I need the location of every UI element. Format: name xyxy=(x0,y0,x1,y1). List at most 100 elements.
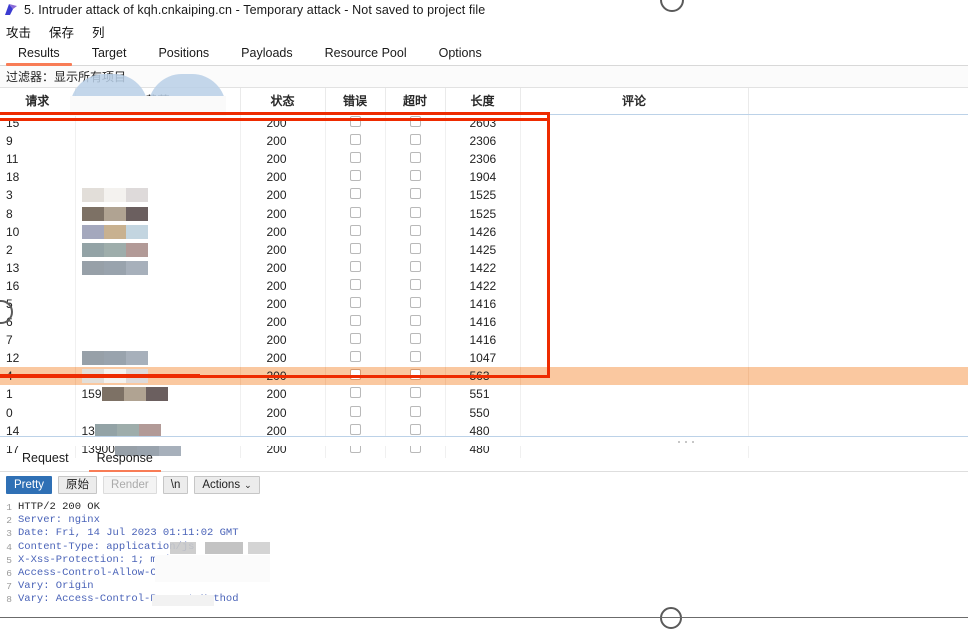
filter-bar[interactable]: 过滤器：显示所有项目 xyxy=(0,66,968,88)
cell-comment[interactable] xyxy=(520,204,749,223)
tab-payloads[interactable]: Payloads xyxy=(225,44,308,65)
timeout-checkbox[interactable] xyxy=(409,134,421,146)
cell-comment[interactable] xyxy=(520,222,749,241)
error-checkbox[interactable] xyxy=(349,278,361,290)
cell-comment[interactable] xyxy=(520,294,749,314)
timeout-checkbox[interactable] xyxy=(409,260,421,272)
timeout-checkbox[interactable] xyxy=(409,188,421,200)
error-checkbox[interactable] xyxy=(349,116,361,128)
cell-spacer xyxy=(748,132,968,151)
results-table-container[interactable]: 请求 载荷 状态 错误 超时 长度 评论 15 200 2603 9 200 2306 11… xyxy=(0,74,968,458)
column-header-request[interactable]: 请求 xyxy=(0,88,76,115)
timeout-checkbox[interactable] xyxy=(409,170,421,182)
error-checkbox[interactable] xyxy=(349,369,361,381)
table-row[interactable]: 0 200 550 xyxy=(0,403,968,422)
table-row[interactable]: 12 200 1047 xyxy=(0,349,968,368)
timeout-checkbox[interactable] xyxy=(409,423,421,435)
cell-length: 551 xyxy=(445,385,521,404)
menu-item-columns[interactable]: 列 xyxy=(92,22,105,41)
error-checkbox[interactable] xyxy=(349,134,361,146)
error-checkbox[interactable] xyxy=(349,405,361,417)
tab-target[interactable]: Target xyxy=(76,44,143,65)
timeout-checkbox[interactable] xyxy=(409,296,421,308)
error-checkbox[interactable] xyxy=(349,423,361,435)
error-checkbox[interactable] xyxy=(349,152,361,164)
timeout-checkbox[interactable] xyxy=(409,387,421,399)
column-header-length[interactable]: 长度 xyxy=(445,88,521,115)
tab-response[interactable]: Response xyxy=(83,449,167,472)
table-row[interactable]: 11 200 2306 xyxy=(0,150,968,169)
table-row[interactable]: 5 200 1416 xyxy=(0,294,968,314)
timeout-checkbox[interactable] xyxy=(409,224,421,236)
response-body-viewer[interactable]: 1 HTTP/2 200 OK 2 Server: nginx 3 Date: Fri, … xyxy=(0,498,968,610)
timeout-checkbox[interactable] xyxy=(409,206,421,218)
table-row[interactable]: 13 200 1422 xyxy=(0,258,968,277)
error-checkbox[interactable] xyxy=(349,242,361,254)
table-row[interactable]: 7 200 1416 xyxy=(0,331,968,350)
table-row[interactable]: 16 200 1422 xyxy=(0,276,968,295)
error-checkbox[interactable] xyxy=(349,206,361,218)
timeout-checkbox[interactable] xyxy=(409,405,421,417)
table-row[interactable]: 2 200 1425 xyxy=(0,240,968,259)
error-checkbox[interactable] xyxy=(349,315,361,327)
cell-comment[interactable] xyxy=(520,150,749,169)
cell-comment[interactable] xyxy=(520,132,749,151)
cell-comment[interactable] xyxy=(520,367,749,386)
column-header-status[interactable]: 状态 xyxy=(240,88,326,115)
cell-comment[interactable] xyxy=(520,240,749,259)
table-row[interactable]: 9 200 2306 xyxy=(0,132,968,151)
table-row[interactable]: 18 200 1904 xyxy=(0,168,968,187)
cell-comment[interactable] xyxy=(520,258,749,277)
error-checkbox[interactable] xyxy=(349,260,361,272)
cell-comment[interactable] xyxy=(520,276,749,295)
error-checkbox[interactable] xyxy=(349,188,361,200)
error-checkbox[interactable] xyxy=(349,351,361,363)
column-header-comment[interactable]: 评论 xyxy=(520,88,749,115)
timeout-checkbox[interactable] xyxy=(409,333,421,345)
column-header-timeout[interactable]: 超时 xyxy=(385,88,446,115)
menu-item-save[interactable]: 保存 xyxy=(49,22,74,41)
cell-comment[interactable] xyxy=(520,114,749,133)
table-row[interactable]: 3 200 1525 xyxy=(0,186,968,205)
tab-positions[interactable]: Positions xyxy=(142,44,225,65)
error-checkbox[interactable] xyxy=(349,387,361,399)
error-checkbox[interactable] xyxy=(349,296,361,308)
timeout-checkbox[interactable] xyxy=(409,152,421,164)
cell-comment[interactable] xyxy=(520,313,749,332)
newline-button[interactable]: \n xyxy=(162,476,189,494)
table-row[interactable]: 15 200 2603 xyxy=(0,114,968,133)
table-row[interactable]: 4 200 563 xyxy=(0,367,968,386)
table-row[interactable]: 8 200 1525 xyxy=(0,204,968,223)
panel-splitter[interactable] xyxy=(0,436,968,446)
error-checkbox[interactable] xyxy=(349,224,361,236)
cell-comment[interactable] xyxy=(520,403,749,422)
table-row[interactable]: 10 200 1426 xyxy=(0,222,968,241)
actions-button[interactable]: Actions ⌄ xyxy=(194,476,260,494)
raw-button[interactable]: 原始 xyxy=(58,476,98,494)
column-header-payload[interactable]: 载荷 xyxy=(75,88,241,115)
cell-comment[interactable] xyxy=(520,186,749,205)
timeout-checkbox[interactable] xyxy=(409,278,421,290)
cell-comment[interactable] xyxy=(520,168,749,187)
pretty-button[interactable]: Pretty xyxy=(6,476,53,494)
column-header-error[interactable]: 错误 xyxy=(325,88,386,115)
cell-comment[interactable] xyxy=(520,331,749,350)
tab-options[interactable]: Options xyxy=(423,44,498,65)
timeout-checkbox[interactable] xyxy=(409,369,421,381)
render-button[interactable]: Render xyxy=(103,476,157,494)
error-checkbox[interactable] xyxy=(349,333,361,345)
timeout-checkbox[interactable] xyxy=(409,116,421,128)
menu-item-attack[interactable]: 攻击 xyxy=(6,22,31,41)
tab-resource-pool[interactable]: Resource Pool xyxy=(309,44,423,65)
cell-comment[interactable] xyxy=(520,385,749,404)
timeout-checkbox[interactable] xyxy=(409,242,421,254)
splitter-grip[interactable] xyxy=(678,439,694,444)
table-row[interactable]: 1 159 200 551 xyxy=(0,385,968,404)
table-row[interactable]: 6 200 1416 xyxy=(0,313,968,332)
timeout-checkbox[interactable] xyxy=(409,315,421,327)
tab-request[interactable]: Request xyxy=(8,449,83,471)
error-checkbox[interactable] xyxy=(349,170,361,182)
tab-results[interactable]: Results xyxy=(2,44,76,66)
cell-comment[interactable] xyxy=(520,349,749,368)
timeout-checkbox[interactable] xyxy=(409,351,421,363)
